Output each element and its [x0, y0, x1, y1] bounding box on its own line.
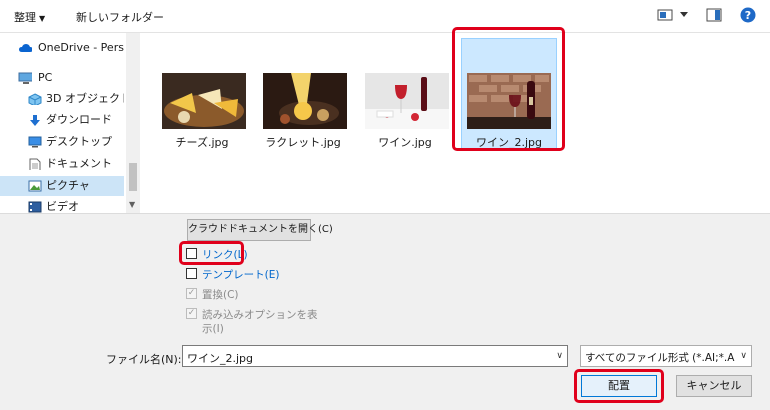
replace-label: 置換(C) [202, 289, 239, 301]
view-options-chevron-icon[interactable] [680, 12, 688, 18]
nav-label: デスクトップ [46, 135, 112, 148]
document-icon [29, 158, 41, 170]
scrollbar-thumb[interactable] [129, 163, 137, 191]
filename-value: ワイン_2.jpg [187, 352, 254, 365]
scroll-down-icon[interactable]: ▼ [129, 200, 135, 209]
file-name: チーズ.jpg [175, 136, 229, 149]
new-folder-button[interactable]: 新しいフォルダー [76, 9, 164, 25]
cloud-icon [19, 44, 32, 52]
file-name: ラクレット.jpg [265, 136, 341, 149]
template-checkbox[interactable] [186, 268, 197, 279]
computer-icon [18, 72, 32, 84]
highlight-frame [179, 241, 244, 265]
nav-label: ダウンロード [46, 113, 112, 126]
help-icon[interactable]: ? [740, 7, 756, 23]
nav-item-desktop[interactable]: デスクトップ [0, 132, 124, 152]
video-icon [28, 201, 42, 213]
nav-item-videos[interactable]: ビデオ [0, 197, 124, 217]
chevron-down-icon[interactable]: ∨ [556, 351, 563, 361]
highlight-frame [574, 369, 664, 403]
pictures-icon [28, 180, 42, 192]
file-tile[interactable]: ラクレット.jpg [257, 39, 349, 149]
navigation-pane: OneDrive - Person PC 3D オブジェクト ダウンロード デス… [0, 33, 140, 213]
open-cloud-document-button[interactable]: クラウドドキュメントを開く(C) [187, 219, 333, 241]
preview-pane-icon[interactable] [706, 8, 722, 22]
nav-item-documents[interactable]: ドキュメント [0, 154, 124, 174]
nav-item-pictures[interactable]: ピクチャ [0, 176, 124, 196]
file-type-value: すべてのファイル形式 (*.AI;*.AIT;*.PDF [585, 352, 735, 364]
nav-label: 3D オブジェクト [46, 92, 124, 105]
highlight-frame [452, 27, 565, 151]
view-icon[interactable] [657, 8, 673, 22]
cheese-thumbnail [162, 73, 246, 129]
3d-objects-icon [28, 93, 42, 105]
import-options-checkbox: ✓ [186, 308, 197, 319]
desktop-icon [28, 136, 42, 148]
nav-label: ビデオ [46, 200, 79, 213]
chevron-down-icon: ▼ [39, 14, 46, 23]
template-label: テンプレート(E) [202, 269, 280, 281]
chevron-down-icon[interactable]: ∨ [740, 351, 747, 361]
nav-label: ピクチャ [46, 179, 90, 192]
import-options-label-line2: 示(I) [202, 323, 224, 335]
nav-scrollbar[interactable]: ▼ [126, 33, 140, 213]
nav-label: OneDrive - Person [38, 41, 124, 54]
filename-label: ファイル名(N): [106, 353, 182, 366]
file-name: ワイン.jpg [378, 136, 432, 149]
cancel-button[interactable]: キャンセル [676, 375, 752, 397]
nav-item-pc[interactable]: PC [0, 68, 124, 88]
organize-button[interactable]: 整理 ▼ [14, 9, 45, 25]
file-tile[interactable]: チーズ.jpg [156, 39, 248, 149]
download-icon [30, 115, 40, 126]
wine-thumbnail [365, 73, 449, 129]
nav-label: PC [38, 71, 53, 84]
divider [0, 213, 770, 214]
organize-label: 整理 [14, 11, 36, 24]
filename-input[interactable]: ワイン_2.jpg ∨ [182, 345, 568, 367]
toolbar: 整理 ▼ 新しいフォルダー ? [0, 0, 770, 33]
file-type-select[interactable]: すべてのファイル形式 (*.AI;*.AIT;*.PDF ∨ [580, 345, 752, 367]
nav-item-3d-objects[interactable]: 3D オブジェクト [0, 89, 124, 109]
nav-item-onedrive[interactable]: OneDrive - Person [0, 38, 124, 58]
help-glyph: ? [745, 9, 751, 22]
nav-item-downloads[interactable]: ダウンロード [0, 110, 124, 130]
nav-label: ドキュメント [46, 157, 112, 170]
raclette-thumbnail [263, 73, 347, 129]
import-options-label-line1: 読み込みオプションを表 [202, 309, 318, 321]
file-tile[interactable]: ワイン.jpg [359, 39, 451, 149]
replace-checkbox: ✓ [186, 288, 197, 299]
